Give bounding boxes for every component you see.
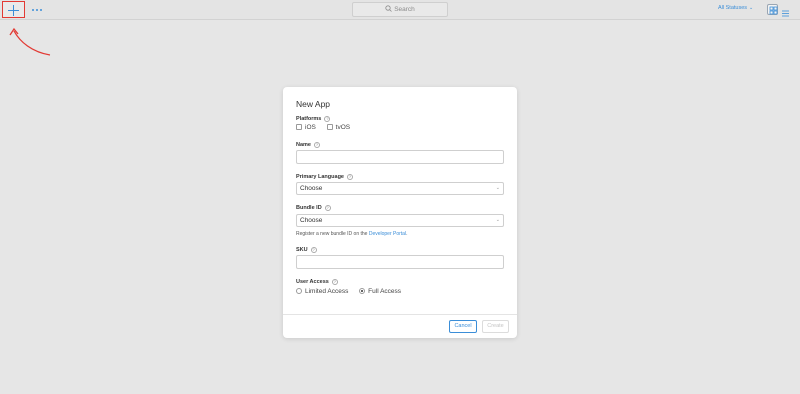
ellipsis-icon [32,9,42,11]
grid-view-button[interactable] [767,4,778,15]
primary-language-label: Primary Language? [296,174,353,180]
bundle-id-select[interactable]: Choose ⌄ [296,214,504,227]
bundle-id-label: Bundle ID? [296,205,331,211]
list-view-icon [782,10,789,17]
platforms-options: iOS tvOS [296,124,359,131]
help-icon[interactable]: ? [310,247,317,253]
primary-language-label-text: Primary Language [296,174,344,180]
top-toolbar: Search All Statuses ⌄ [0,0,800,20]
add-app-button[interactable] [2,1,25,18]
radio-icon [296,288,302,294]
cancel-button[interactable]: Cancel [449,320,477,333]
bundle-id-value: Choose [300,217,323,224]
help-icon[interactable]: ? [324,205,331,211]
list-view-button[interactable] [781,5,790,23]
name-label: Name? [296,142,320,148]
checkbox-icon [296,124,302,130]
create-button[interactable]: Create [482,320,509,333]
status-filter-dropdown[interactable]: All Statuses ⌄ [718,5,753,11]
sku-field[interactable] [296,255,504,269]
help-icon[interactable]: ? [347,174,353,180]
primary-language-value: Choose [300,185,323,192]
radio-selected-icon [359,288,366,294]
platforms-label-text: Platforms [296,116,322,122]
chevron-down-icon: ⌄ [495,217,500,223]
dialog-title: New App [296,99,331,109]
bundle-id-label-text: Bundle ID [296,205,322,211]
platform-tvos-checkbox[interactable]: tvOS [326,124,351,131]
sku-label-text: SKU [296,247,308,253]
plus-icon [8,5,19,16]
name-label-text: Name [296,142,311,148]
help-icon[interactable]: ? [331,279,338,285]
user-access-label: User Access? [296,279,338,285]
bundle-id-hint-text: Register a new bundle ID on the [296,231,369,237]
full-access-label: Full Access [368,288,402,295]
search-input[interactable]: Search [352,2,448,17]
annotation-arrow-icon [9,27,51,56]
search-placeholder: Search [394,6,415,13]
developer-portal-link[interactable]: Developer Portal [369,231,406,237]
full-access-radio[interactable]: Full Access [359,288,401,295]
grid-view-icon [769,6,778,15]
bundle-id-hint: Register a new bundle ID on the Develope… [296,231,407,237]
chevron-down-icon: ⌄ [495,185,500,191]
user-access-options: Limited Access Full Access [296,288,410,295]
platform-ios-checkbox[interactable]: iOS [296,124,316,131]
name-field[interactable] [296,150,504,164]
platforms-label: Platforms? [296,116,331,122]
new-app-dialog: New App Platforms? iOS tvOS Name? Primar… [283,87,517,338]
help-icon[interactable]: ? [313,142,320,148]
sku-label: SKU? [296,247,317,253]
chevron-down-icon: ⌄ [749,5,754,11]
help-icon[interactable]: ? [324,116,331,122]
platform-ios-label: iOS [305,124,316,131]
checkbox-icon [326,124,333,130]
search-icon [385,5,392,12]
limited-access-label: Limited Access [305,288,349,295]
platform-tvos-label: tvOS [335,124,351,131]
status-filter-label: All Statuses [718,5,748,11]
more-options-button[interactable] [31,2,43,16]
user-access-label-text: User Access [296,279,329,285]
limited-access-radio[interactable]: Limited Access [296,288,348,295]
dialog-divider [283,314,517,315]
primary-language-select[interactable]: Choose ⌄ [296,182,504,195]
bundle-id-hint-end: . [406,231,408,237]
